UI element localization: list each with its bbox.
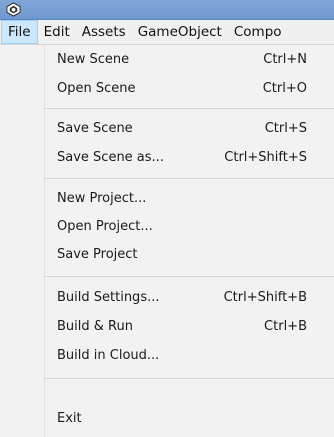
title-bar bbox=[0, 0, 334, 20]
build-and-run-item[interactable]: Build & Run Ctrl+B bbox=[44, 313, 334, 341]
menu-separator bbox=[44, 178, 334, 179]
menu-item-shortcut: Ctrl+Shift+B bbox=[223, 290, 307, 305]
exit-item[interactable]: Exit bbox=[44, 405, 334, 433]
save-scene-item[interactable]: Save Scene Ctrl+S bbox=[44, 115, 334, 143]
menu-item-label: Open Scene bbox=[57, 81, 136, 96]
menu-component[interactable]: Compo bbox=[228, 20, 288, 44]
menu-item-shortcut: Ctrl+O bbox=[262, 81, 307, 96]
menu-gameobject[interactable]: GameObject bbox=[132, 20, 228, 44]
open-project-item[interactable]: Open Project... bbox=[44, 213, 334, 241]
menu-item-label: New Project... bbox=[57, 191, 147, 206]
menu-item-label: Open Project... bbox=[57, 219, 153, 234]
menu-item-label: Build in Cloud... bbox=[57, 348, 160, 363]
menu-item-shortcut: Ctrl+Shift+S bbox=[224, 150, 307, 165]
menu-file[interactable]: File bbox=[1, 20, 38, 44]
menu-item-label: Save Scene as... bbox=[57, 150, 164, 165]
new-scene-item[interactable]: New Scene Ctrl+N bbox=[44, 46, 334, 74]
menu-item-label: Build Settings... bbox=[57, 290, 160, 305]
menu-separator bbox=[44, 378, 334, 379]
menu-icon-gutter bbox=[0, 45, 45, 437]
build-in-cloud-item[interactable]: Build in Cloud... bbox=[44, 342, 334, 370]
menu-item-label: Save Scene bbox=[57, 121, 133, 136]
menu-item-label: Save Project bbox=[57, 247, 138, 262]
menu-item-shortcut: Ctrl+N bbox=[263, 52, 307, 67]
menu-item-label: Build & Run bbox=[57, 319, 133, 334]
menu-separator bbox=[44, 276, 334, 277]
unity-logo-icon bbox=[6, 2, 21, 17]
unity-window: File Edit Assets GameObject Compo New Sc… bbox=[0, 0, 334, 437]
menu-item-shortcut: Ctrl+S bbox=[264, 121, 307, 136]
open-scene-item[interactable]: Open Scene Ctrl+O bbox=[44, 75, 334, 103]
menu-item-label: Exit bbox=[57, 411, 82, 426]
menu-item-shortcut: Ctrl+B bbox=[264, 319, 307, 334]
save-scene-as-item[interactable]: Save Scene as... Ctrl+Shift+S bbox=[44, 144, 334, 172]
file-menu-dropdown: New Scene Ctrl+N Open Scene Ctrl+O Save … bbox=[0, 45, 334, 437]
menu-bar: File Edit Assets GameObject Compo bbox=[0, 20, 334, 45]
new-project-item[interactable]: New Project... bbox=[44, 185, 334, 213]
menu-item-label: New Scene bbox=[57, 52, 130, 67]
save-project-item[interactable]: Save Project bbox=[44, 241, 334, 269]
build-settings-item[interactable]: Build Settings... Ctrl+Shift+B bbox=[44, 284, 334, 312]
menu-separator bbox=[44, 108, 334, 109]
menu-edit[interactable]: Edit bbox=[38, 20, 76, 44]
menu-assets[interactable]: Assets bbox=[76, 20, 132, 44]
